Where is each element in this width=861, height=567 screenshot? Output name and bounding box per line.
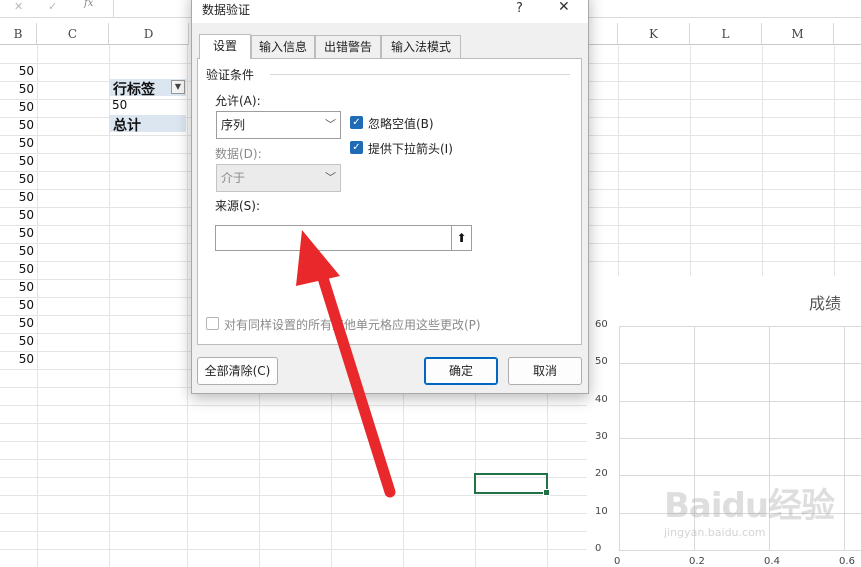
checkmark-icon[interactable]: ✓ [350,116,363,129]
column-gridline [37,45,38,567]
cell-value[interactable]: 50 [0,244,34,258]
data-select[interactable]: 介于 ﹀ [216,164,341,192]
group-divider [270,74,570,75]
cell-value[interactable]: 50 [0,226,34,240]
x-tick-label: 0 [614,556,621,567]
cell-value[interactable]: 50 [0,154,34,168]
clear-all-button[interactable]: 全部清除(C) [197,357,278,385]
chart-gridline-y [619,475,861,477]
cell-value[interactable]: 50 [0,172,34,186]
validation-criteria-label: 验证条件 [206,66,259,83]
data-validation-dialog: 数据验证 ? ✕ 设置 输入信息 出错警告 输入法模式 验证条件 允许(A): … [191,0,589,394]
column-header-n[interactable] [834,23,861,45]
y-tick-label: 40 [595,393,608,405]
column-header-c[interactable]: C [37,23,109,45]
tab-error-alert[interactable]: 出错警告 [315,35,381,59]
y-tick-label: 30 [595,431,608,442]
tab-input-message[interactable]: 输入信息 [251,35,315,59]
y-tick-label: 50 [595,356,608,368]
ok-button[interactable]: 确定 [424,357,498,385]
x-tick-label: 0.6 [839,556,855,567]
chevron-down-icon: ﹀ [325,118,336,131]
collapse-dialog-icon[interactable]: ⬆ [451,225,472,251]
cell-value[interactable]: 50 [0,352,34,366]
dialog-title: 数据验证 [202,3,251,17]
column-header-l[interactable]: L [690,23,762,45]
source-label: 来源(S): [215,199,261,213]
cell-value[interactable]: 50 [0,100,34,114]
column-header-m[interactable]: M [762,23,834,45]
chart-gridline-y [619,363,861,365]
cell-value[interactable]: 50 [0,316,34,330]
chevron-down-icon: ﹀ [325,171,336,184]
chart-title[interactable]: 成绩 [809,290,841,314]
checkmark-icon[interactable]: ✓ [350,141,363,154]
checkbox-icon[interactable] [206,317,219,330]
y-tick-label: 10 [595,505,608,517]
data-label: 数据(D): [215,147,262,161]
chart-gridline-y [619,438,861,439]
column-header-k[interactable]: K [618,23,690,45]
cell-value[interactable]: 50 [0,208,34,222]
baidu-watermark: Baidu经验 [664,486,835,526]
x-tick-label: 0.2 [689,556,705,567]
chart-gridline-x [619,326,620,550]
allow-select[interactable]: 序列 ﹀ [216,111,341,139]
y-tick-label: 0 [595,543,602,554]
cell-value[interactable]: 50 [0,82,34,96]
cancel-button[interactable]: 取消 [508,357,582,385]
x-icon[interactable]: ✕ [14,0,23,13]
chart-gridline-y [619,550,861,551]
column-header-b[interactable]: B [0,23,37,45]
dropdown-arrow-label: 提供下拉箭头(I) [368,142,453,156]
selected-cell[interactable] [474,473,550,496]
cell-value[interactable]: 50 [0,280,34,294]
pivot-filter-dropdown[interactable]: ▼ [171,80,185,94]
help-icon[interactable]: ? [516,1,523,16]
allow-label: 允许(A): [215,94,261,108]
cell-value[interactable]: 50 [0,190,34,204]
pivot-total-label[interactable]: 总计 [113,115,141,135]
cell-value[interactable]: 50 [0,298,34,312]
cell-value[interactable]: 50 [0,118,34,132]
chart-gridline-y [619,400,861,402]
close-icon[interactable]: ✕ [558,0,570,15]
allow-select-value: 序列 [221,118,246,132]
cell-value[interactable]: 50 [0,262,34,276]
y-tick-label: 20 [595,468,608,480]
column-header-j[interactable] [588,23,618,45]
ignore-blank-label: 忽略空值(B) [368,117,434,131]
y-tick-label: 60 [595,319,608,330]
column-header-d[interactable]: D [109,23,189,45]
x-tick-label: 0.4 [764,556,780,567]
cell-value[interactable]: 50 [0,136,34,150]
tab-settings[interactable]: 设置 [199,34,251,59]
tab-ime-mode[interactable]: 输入法模式 [381,35,461,59]
cell-value[interactable]: 50 [0,64,34,78]
fx-icon[interactable]: fx [84,0,93,9]
pivot-row-label-header[interactable]: 行标签 [113,79,155,99]
source-input[interactable] [215,225,452,251]
chart-gridline-y [619,326,861,327]
pivot-item[interactable]: 50 [112,98,127,112]
data-select-value: 介于 [221,171,246,185]
settings-panel: 验证条件 允许(A): 序列 ﹀ 数据(D): 介于 ﹀ ✓ 忽略空值(B) ✓… [197,58,582,345]
dialog-title-bar[interactable]: 数据验证 ? ✕ [192,0,588,23]
check-icon[interactable]: ✓ [48,0,57,13]
chart-gridline-x [844,326,846,550]
cell-value[interactable]: 50 [0,334,34,348]
column-gridline [187,45,188,567]
apply-all-label: 对有同样设置的所有其他单元格应用这些更改(P) [224,318,481,332]
baidu-watermark-url: jingyan.baidu.com [664,526,766,539]
